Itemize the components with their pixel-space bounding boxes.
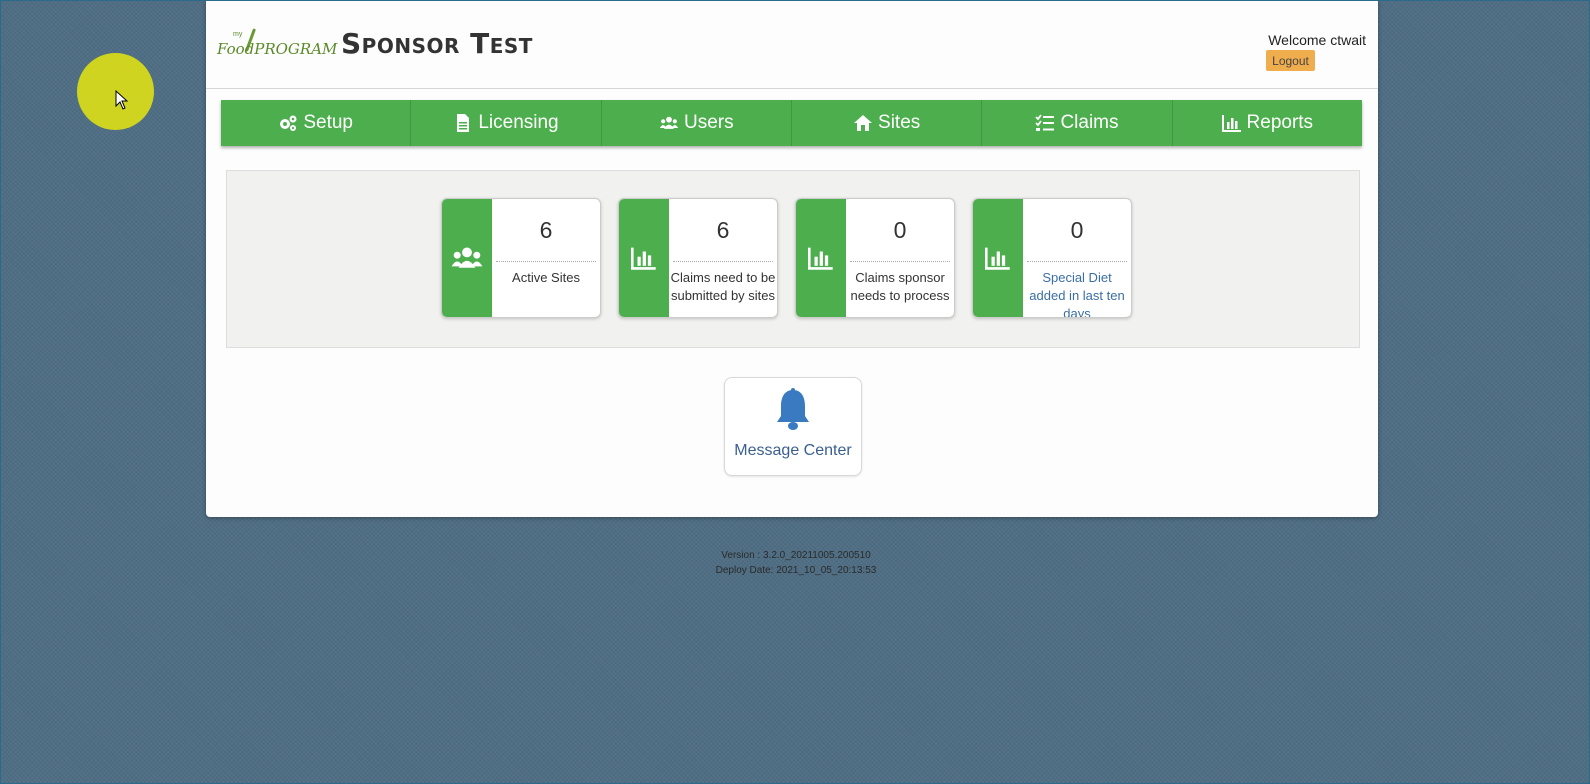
version-text: Version : 3.2.0_20211005.200510 (721, 550, 871, 561)
divider (496, 261, 596, 262)
nav-claims-label: Claims (1060, 112, 1119, 133)
nav-reports[interactable]: Reports (1173, 100, 1362, 146)
stat-value: 6 (539, 217, 553, 243)
card-icon-bar (442, 199, 492, 317)
nav-reports-label: Reports (1246, 112, 1314, 133)
home-icon (854, 115, 873, 131)
header: my FoodPROGRAM Sponsor Test Welcome ctwa… (206, 0, 1378, 89)
divider (850, 261, 950, 262)
bar-chart-icon (808, 247, 833, 270)
stat-label: Active Sites (512, 270, 580, 285)
logo-text: FoodPROGRAM (217, 40, 338, 58)
stat-card-active-sites[interactable]: 6 Active Sites (441, 198, 601, 318)
stat-card-claims-to-submit[interactable]: 6 Claims need to be submitted by sites (618, 198, 778, 318)
card-icon-bar (973, 199, 1023, 317)
card-icon-bar (619, 199, 669, 317)
nav-sites-label: Sites (878, 112, 921, 133)
page-title: Sponsor Test (341, 27, 533, 60)
logo-my: my (233, 31, 243, 38)
stats-panel: 6 Active Sites 6 Claims need to be submi… (226, 170, 1360, 348)
stat-card-claims-to-process[interactable]: 0 Claims sponsor needs to process (795, 198, 955, 318)
nav-users[interactable]: Users (602, 100, 792, 146)
nav-users-label: Users (684, 112, 734, 133)
gears-icon (280, 115, 297, 131)
stat-label: Claims sponsor needs to process (850, 270, 950, 303)
stat-value: 6 (716, 217, 730, 243)
users-icon (659, 116, 679, 129)
deploy-date-text: Deploy Date: 2021_10_05_20:13:53 (715, 565, 877, 576)
stat-label: Claims need to be submitted by sites (670, 270, 776, 303)
nav-setup-label: Setup (303, 112, 353, 133)
bar-chart-icon (985, 247, 1010, 270)
main-panel: my FoodPROGRAM Sponsor Test Welcome ctwa… (206, 0, 1378, 517)
card-icon-bar (796, 199, 846, 317)
nav-licensing-label: Licensing (478, 112, 559, 133)
welcome-text: Welcome ctwait (1268, 32, 1366, 48)
stat-label-link[interactable]: Special Diet added in last ten days (1023, 269, 1131, 317)
bell-icon (777, 388, 809, 430)
nav-claims[interactable]: Claims (982, 100, 1173, 146)
divider (673, 261, 773, 262)
logout-button[interactable]: Logout (1266, 50, 1315, 71)
nav-licensing[interactable]: Licensing (411, 100, 602, 146)
mouse-cursor-icon (115, 90, 129, 110)
bar-chart-icon (631, 247, 656, 270)
footer: Version : 3.2.0_20211005.200510 Deploy D… (606, 548, 986, 578)
logo[interactable]: my FoodPROGRAM (217, 26, 337, 62)
message-center-button[interactable]: Message Center (724, 377, 862, 476)
stat-card-special-diet[interactable]: 0 Special Diet added in last ten days (972, 198, 1132, 318)
stat-value: 0 (893, 217, 907, 243)
nav-setup[interactable]: Setup (221, 100, 412, 146)
document-icon (457, 114, 470, 132)
checklist-icon (1035, 114, 1055, 131)
bar-chart-icon (1221, 115, 1241, 132)
divider (1027, 261, 1127, 262)
main-nav: Setup Licensing Users Sites Claims Repor… (221, 100, 1362, 146)
message-center-label: Message Center (734, 442, 852, 459)
nav-sites[interactable]: Sites (792, 100, 983, 146)
stat-value: 0 (1070, 217, 1084, 243)
users-icon (451, 247, 483, 268)
